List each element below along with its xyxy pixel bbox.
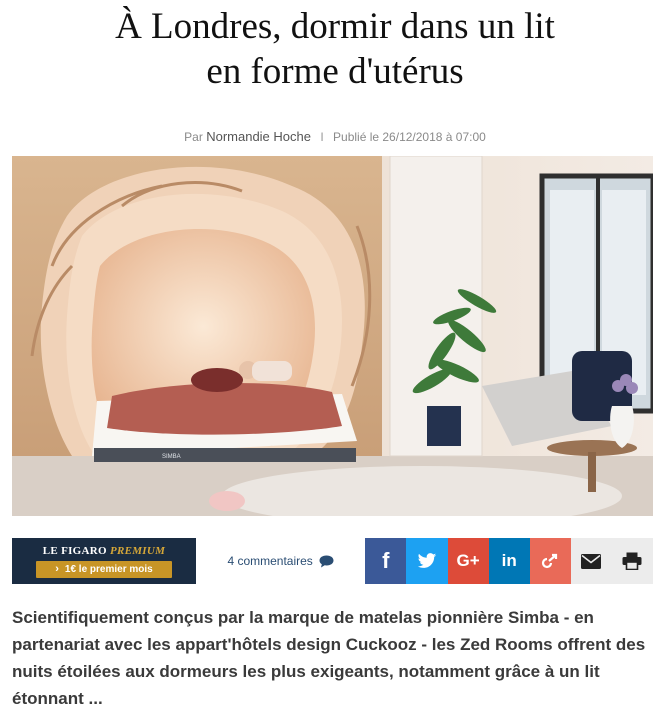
- comments-link[interactable]: 4 commentaires: [196, 538, 365, 584]
- speech-bubble-icon: [319, 555, 334, 567]
- share-icon: [542, 553, 558, 569]
- title-line-1: À Londres, dormir dans un lit: [115, 6, 555, 47]
- article-photo: SIMBA: [12, 156, 653, 516]
- figaro-premium-banner[interactable]: LE FIGARO PREMIUM › 1€ le premier mois: [12, 538, 196, 584]
- article-lede: Scientifiquement conçus par la marque de…: [12, 608, 646, 708]
- premium-cta-label: 1€ le premier mois: [64, 563, 153, 575]
- author-link[interactable]: Normandie Hoche: [206, 129, 311, 144]
- print-icon: [622, 552, 642, 570]
- share-toolbar: LE FIGARO PREMIUM › 1€ le premier mois 4…: [12, 538, 654, 584]
- comments-count: 4 commentaires: [227, 554, 313, 568]
- share-google-plus-button[interactable]: G+: [447, 538, 489, 584]
- mattress-label: SIMBA: [162, 454, 181, 460]
- linkedin-icon: in: [501, 551, 517, 570]
- mail-icon: [581, 553, 602, 569]
- share-facebook-button[interactable]: f: [365, 538, 407, 584]
- share-more-button[interactable]: [529, 538, 571, 584]
- title-line-2: en forme d'utérus: [206, 51, 464, 92]
- print-button[interactable]: [611, 538, 654, 584]
- premium-subscribe-button[interactable]: › 1€ le premier mois: [35, 560, 172, 578]
- byline-separator: I: [320, 130, 324, 144]
- chevron-right-icon: ›: [55, 563, 59, 575]
- byline: Par Normandie Hoche I Publié le 26/12/20…: [0, 129, 670, 144]
- byline-prefix: Par: [184, 130, 203, 144]
- share-twitter-button[interactable]: [406, 538, 448, 584]
- facebook-icon: f: [382, 548, 390, 573]
- twitter-icon: [417, 552, 437, 568]
- google-plus-icon: G+: [456, 551, 480, 570]
- bedroom-illustration: SIMBA: [12, 156, 653, 516]
- share-linkedin-button[interactable]: in: [488, 538, 530, 584]
- publish-date: Publié le 26/12/2018 à 07:00: [333, 130, 486, 144]
- premium-brand-name: LE FIGARO: [42, 544, 107, 557]
- premium-brand-accent: PREMIUM: [109, 544, 166, 557]
- premium-logo: LE FIGARO PREMIUM: [43, 545, 165, 557]
- share-email-button[interactable]: [570, 538, 612, 584]
- article-title: À Londres, dormir dans un lit en forme d…: [0, 4, 670, 94]
